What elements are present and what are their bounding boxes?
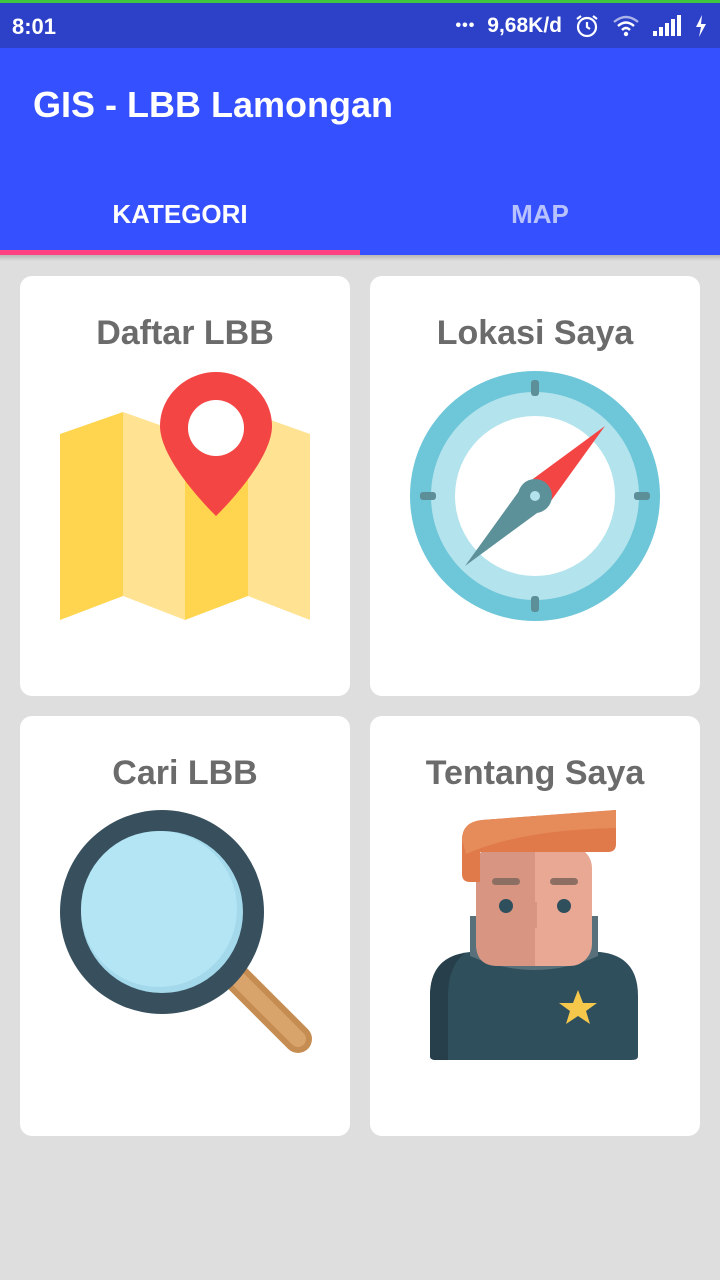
card-label: Tentang Saya	[425, 754, 645, 792]
tab-kategori[interactable]: KATEGORI	[0, 174, 360, 255]
alarm-icon	[574, 13, 600, 39]
person-avatar-icon	[430, 810, 638, 1060]
tab-bar: KATEGORI MAP	[0, 174, 720, 255]
card-tentang-saya[interactable]: Tentang Saya	[370, 716, 700, 1136]
compass-icon	[410, 371, 660, 621]
tab-map[interactable]: MAP	[360, 174, 720, 255]
card-cari-lbb[interactable]: Cari LBB	[20, 716, 350, 1136]
card-label: Daftar LBB	[96, 314, 274, 352]
magnifier-icon	[60, 810, 312, 1053]
wifi-icon	[612, 14, 640, 38]
app-title: GIS - LBB Lamongan	[33, 84, 393, 125]
status-bar: 8:01 ••• 9,68K/d	[0, 0, 720, 48]
card-daftar-lbb[interactable]: Daftar LBB	[20, 276, 350, 696]
charging-icon	[694, 14, 708, 38]
app-bar: GIS - LBB Lamongan KATEGORI MAP	[0, 48, 720, 255]
card-lokasi-saya[interactable]: Lokasi Saya	[370, 276, 700, 696]
status-time: 8:01	[12, 14, 57, 39]
card-label: Lokasi Saya	[436, 314, 634, 352]
network-speed: 9,68K/d	[487, 14, 562, 37]
status-dots: •••	[455, 17, 476, 34]
appbar-shadow	[0, 255, 720, 261]
signal-icon	[652, 15, 682, 37]
card-label: Cari LBB	[112, 754, 258, 792]
folded-map-pin-icon	[60, 372, 310, 620]
